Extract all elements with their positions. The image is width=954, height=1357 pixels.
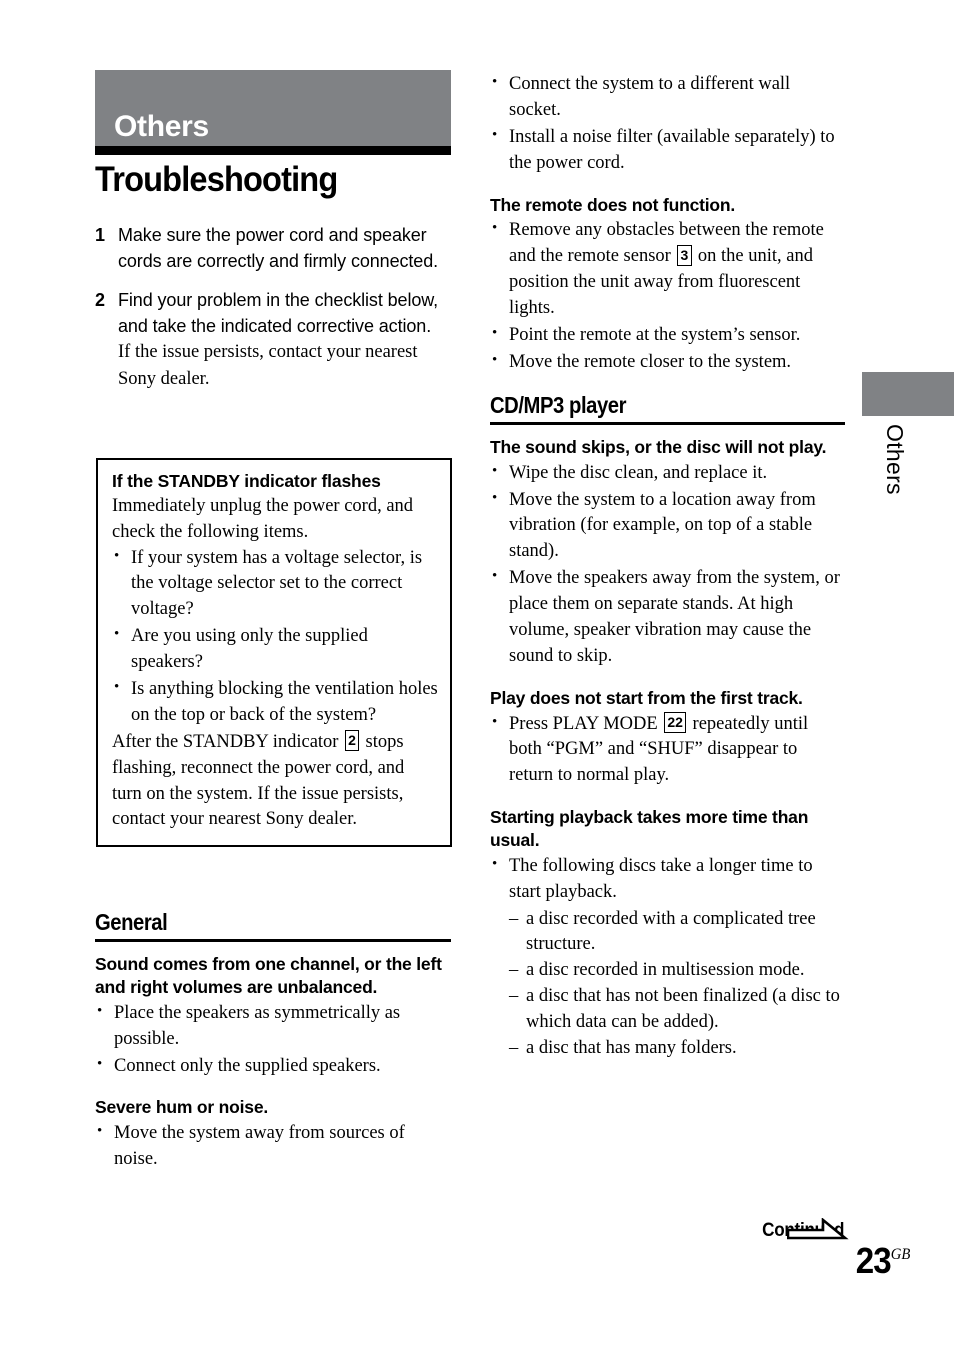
list-item: Move the remote closer to the system. xyxy=(490,349,845,376)
list-item: Press PLAY MODE 22 repeatedly until both… xyxy=(490,711,845,790)
subsection-heading: Play does not start from the first track… xyxy=(490,687,803,708)
list-item: Move the system away from sources of noi… xyxy=(95,1120,451,1173)
step-text: Make sure the power cord and speaker cor… xyxy=(118,225,439,272)
continued-arrow-icon xyxy=(787,1218,849,1240)
note-box-bullet-list: If your system has a voltage selector, i… xyxy=(112,545,438,729)
reference-marker-icon: 3 xyxy=(676,244,692,266)
step-subtext: If the issue persists, contact your near… xyxy=(118,342,418,389)
list-item: Wipe the disc clean, and replace it. xyxy=(490,460,845,487)
section-heading-cdmp3: CD/MP3 player xyxy=(490,391,627,418)
subsection-heading: Starting playback takes more time than u… xyxy=(490,807,809,850)
page-number: 23GB xyxy=(855,1243,910,1279)
section-rule xyxy=(490,421,845,425)
step-item: 1 Make sure the power cord and speaker c… xyxy=(95,222,451,274)
list-item: a disc that has not been finalized (a di… xyxy=(509,984,845,1036)
page-number-value: 23 xyxy=(855,1240,891,1281)
list-item: Place the speakers as symmetrically as p… xyxy=(95,1000,451,1053)
standby-indicator-note-box: If the STANDBY indicator flashes Immedia… xyxy=(96,458,452,848)
list-item: Install a noise filter (available separa… xyxy=(490,124,845,177)
chapter-band: Others xyxy=(95,70,451,146)
list-item: Move the speakers away from the system, … xyxy=(490,565,845,670)
chapter-band-title: Others xyxy=(114,110,209,143)
section-heading-general: General xyxy=(95,909,168,935)
step-number: 1 xyxy=(95,225,106,245)
list-item: Connect only the supplied speakers. xyxy=(95,1053,451,1080)
subsection-heading: Sound comes from one channel, or the lef… xyxy=(95,954,442,998)
subsection-heading: The remote does not function. xyxy=(490,194,736,215)
step-number: 2 xyxy=(95,290,106,311)
page-number-suffix: GB xyxy=(890,1246,910,1263)
dash-list: a disc recorded with a complicated tree … xyxy=(509,907,845,1062)
bullet-list: Move the system away from sources of noi… xyxy=(95,1120,451,1173)
chapter-rule-divider xyxy=(95,146,451,155)
note-box-outro: After the STANDBY indicator 2 stops flas… xyxy=(112,730,438,834)
step-body: Make sure the power cord and speaker cor… xyxy=(118,222,451,274)
general-section: General Sound comes from one channel, or… xyxy=(95,909,451,1174)
note-box-outro-before: After the STANDBY indicator xyxy=(112,731,339,752)
bullet-list: Wipe the disc clean, and replace it. Mov… xyxy=(490,460,845,670)
bullet-list: The following discs take a longer time t… xyxy=(490,853,845,906)
list-item: a disc recorded with a complicated tree … xyxy=(509,907,845,959)
list-item: a disc recorded in multisession mode. xyxy=(509,958,845,984)
list-item-text-before: Press PLAY MODE xyxy=(509,713,658,734)
list-item: Move the system to a location away from … xyxy=(490,487,845,566)
step-item: 2 Find your problem in the checklist bel… xyxy=(95,287,451,392)
list-item: Remove any obstacles between the remote … xyxy=(490,217,845,322)
bullet-list: Connect the system to a different wall s… xyxy=(490,71,845,177)
page-title: Troubleshooting xyxy=(95,160,338,199)
list-item: Is anything blocking the ventilation hol… xyxy=(112,676,438,729)
reference-marker-icon: 2 xyxy=(344,730,360,752)
note-box-intro: Immediately unplug the power cord, and c… xyxy=(112,495,414,542)
subsection-heading: Severe hum or noise. xyxy=(95,1097,269,1118)
side-thumb-tab: Others xyxy=(862,372,954,495)
subsection-heading: The sound skips, or the disc will not pl… xyxy=(490,436,827,457)
list-item: Are you using only the supplied speakers… xyxy=(112,623,438,676)
bullet-list: Place the speakers as symmetrically as p… xyxy=(95,1000,451,1080)
reference-marker-icon: 22 xyxy=(663,712,687,734)
bullet-list: Remove any obstacles between the remote … xyxy=(490,217,845,376)
bullet-list: Press PLAY MODE 22 repeatedly until both… xyxy=(490,711,845,790)
list-item: Point the remote at the system’s sensor. xyxy=(490,322,845,349)
list-item: If your system has a voltage selector, i… xyxy=(112,545,438,624)
section-rule xyxy=(95,939,451,943)
side-tab-color-block xyxy=(862,372,954,416)
right-column: Connect the system to a different wall s… xyxy=(490,71,845,1062)
step-body: Find your problem in the checklist below… xyxy=(118,287,451,392)
list-item: The following discs take a longer time t… xyxy=(490,853,845,906)
list-item: Connect the system to a different wall s… xyxy=(490,71,845,124)
side-tab-label: Others xyxy=(882,424,908,495)
list-item: a disc that has many folders. xyxy=(509,1036,845,1062)
step-text: Find your problem in the checklist below… xyxy=(118,290,439,337)
troubleshooting-steps: 1 Make sure the power cord and speaker c… xyxy=(95,222,451,405)
note-box-title: If the STANDBY indicator flashes xyxy=(112,471,381,491)
